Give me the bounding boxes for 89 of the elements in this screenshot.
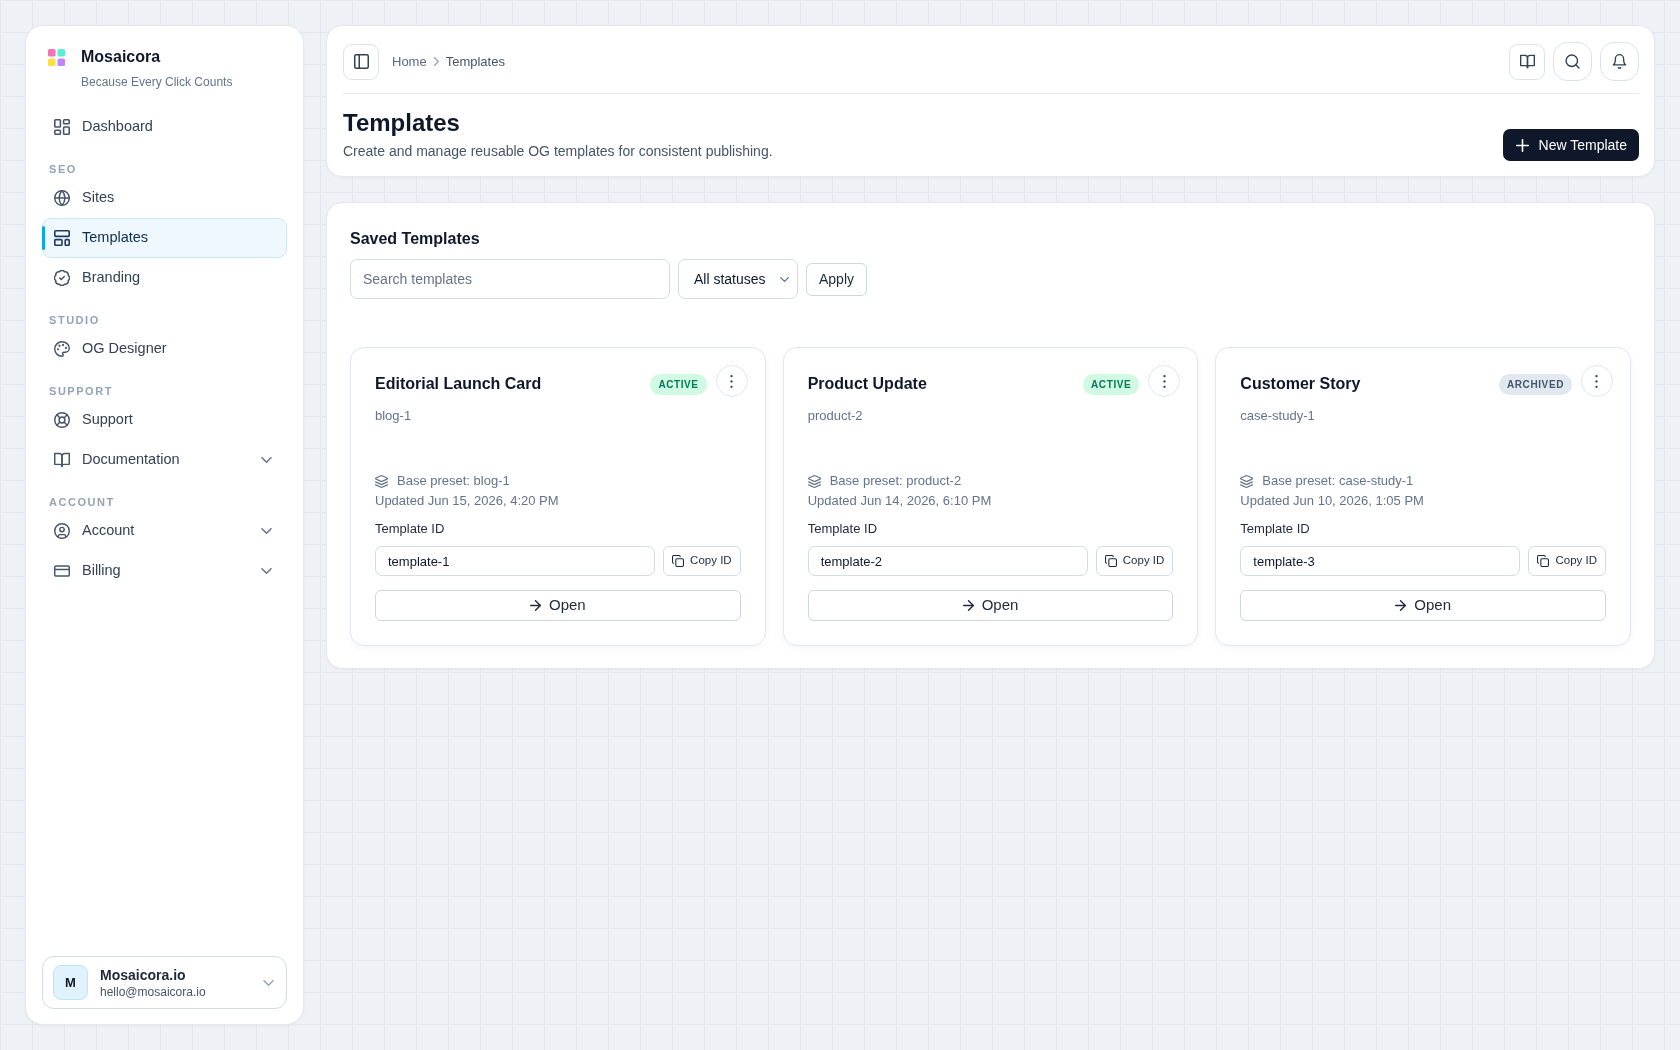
- updated-text: Updated Jun 10, 2026, 1:05 PM: [1240, 492, 1425, 510]
- sidebar-item[interactable]: Sites: [42, 178, 287, 218]
- template-slug: case-study-1: [1240, 407, 1316, 425]
- breadcrumb-current: Templates: [445, 52, 505, 71]
- arrow-right-icon: [529, 600, 541, 611]
- card-title: Editorial Launch Card: [375, 374, 543, 394]
- chevron-down-icon: [263, 979, 274, 986]
- user-name: Mosaicora.io: [100, 965, 187, 984]
- sidebar-item[interactable]: Templates: [42, 218, 287, 258]
- grid-icon: [54, 119, 70, 135]
- sidebar-toggle-button[interactable]: [343, 43, 379, 80]
- template-slug: blog-1: [375, 407, 413, 425]
- template-slug: product-2: [807, 407, 864, 425]
- status-badge: ACTIVE: [1083, 374, 1140, 395]
- open-button[interactable]: Open: [375, 590, 741, 621]
- base-preset-text: Base preset: product-2: [829, 472, 962, 490]
- card-title: Product Update: [807, 374, 928, 394]
- section-heading: SEO: [48, 162, 78, 177]
- layers-icon: [807, 474, 821, 488]
- notifications-button[interactable]: [1600, 42, 1639, 81]
- search-button[interactable]: [1553, 42, 1592, 81]
- sidebar-item[interactable]: Account: [42, 511, 287, 551]
- seal-check-icon: [54, 270, 70, 286]
- updated-text: Updated Jun 14, 2026, 6:10 PM: [807, 492, 993, 510]
- sidebar-item[interactable]: Documentation: [42, 440, 287, 480]
- template-id-label: Template ID: [807, 520, 879, 538]
- page-subtitle: Create and manage reusable OG templates for consistent publishing.: [343, 142, 773, 161]
- breadcrumb-link[interactable]: Home: [392, 51, 427, 72]
- lifebuoy-icon: [54, 412, 70, 428]
- brand-tagline: Because Every Click Counts: [81, 74, 233, 90]
- open-button[interactable]: Open: [807, 590, 1174, 621]
- section-heading: ACCOUNT: [48, 495, 116, 510]
- sidebar-item[interactable]: Support: [42, 400, 287, 440]
- base-preset-text: Base preset: case-study-1: [1262, 472, 1414, 490]
- user-email: hello@mosaicora.io: [100, 983, 206, 1000]
- copy-id-button[interactable]: Copy ID: [663, 546, 741, 576]
- template-id-label: Template ID: [375, 520, 446, 538]
- vertical-dots-icon: [1595, 374, 1599, 388]
- layers-icon: [1240, 474, 1254, 488]
- user-circle-icon: [54, 523, 70, 539]
- copy-icon: [672, 555, 685, 567]
- sidebar-item[interactable]: Branding: [42, 258, 287, 298]
- new-template-button[interactable]: New Template: [1502, 129, 1639, 161]
- book-icon: [1519, 54, 1535, 69]
- layers-icon: [375, 474, 388, 488]
- plus-icon: [1515, 138, 1529, 152]
- book-icon: [54, 452, 70, 468]
- template-id-label: Template ID: [1240, 520, 1311, 538]
- arrow-right-icon: [1395, 600, 1407, 611]
- account-switcher[interactable]: M Mosaicora.io hello@mosaicora.io: [42, 956, 287, 1009]
- copy-id-button[interactable]: Copy ID: [1095, 546, 1174, 576]
- bell-icon: [1612, 54, 1627, 69]
- chevron-right-icon: [433, 57, 439, 66]
- base-preset-text: Base preset: blog-1: [397, 472, 510, 490]
- status-badge: ARCHIVED: [1498, 374, 1572, 395]
- template-id-field[interactable]: template-1: [375, 546, 656, 576]
- copy-icon: [1104, 555, 1117, 567]
- section-title: Saved Templates: [350, 229, 481, 249]
- copy-icon: [1537, 555, 1550, 567]
- search-icon: [1565, 54, 1580, 69]
- sidebar-item[interactable]: OG Designer: [42, 329, 287, 369]
- search-field[interactable]: Search templates: [350, 259, 670, 299]
- section-heading: STUDIO: [48, 313, 101, 328]
- page-title: Templates: [343, 108, 461, 138]
- copy-id-button[interactable]: Copy ID: [1528, 546, 1606, 576]
- card-title: Customer Story: [1240, 374, 1362, 394]
- vertical-dots-icon: [730, 374, 734, 388]
- book-button[interactable]: [1509, 43, 1545, 80]
- layout-icon: [54, 230, 70, 246]
- open-button[interactable]: Open: [1240, 590, 1606, 621]
- squares-logo-icon: [48, 49, 65, 66]
- chevron-down-icon: [780, 276, 789, 282]
- apply-button[interactable]: Apply: [806, 262, 868, 296]
- credit-card-icon: [54, 563, 70, 579]
- status-badge: ACTIVE: [650, 374, 707, 395]
- arrow-right-icon: [962, 600, 974, 611]
- palette-icon: [54, 341, 70, 357]
- sidebar-item[interactable]: Billing: [42, 551, 287, 591]
- status-dropdown[interactable]: All statuses: [678, 259, 798, 299]
- updated-text: Updated Jun 15, 2026, 4:20 PM: [375, 492, 560, 510]
- brand-name: Mosaicora: [81, 47, 162, 67]
- sidebar-item[interactable]: Dashboard: [42, 107, 287, 147]
- sidebar-panel-icon: [353, 54, 369, 69]
- section-heading: SUPPORT: [48, 384, 114, 399]
- avatar: M: [53, 965, 88, 1000]
- vertical-dots-icon: [1162, 374, 1166, 388]
- template-id-field[interactable]: template-3: [1240, 546, 1521, 576]
- template-id-field[interactable]: template-2: [807, 546, 1088, 576]
- globe-icon: [54, 190, 70, 206]
